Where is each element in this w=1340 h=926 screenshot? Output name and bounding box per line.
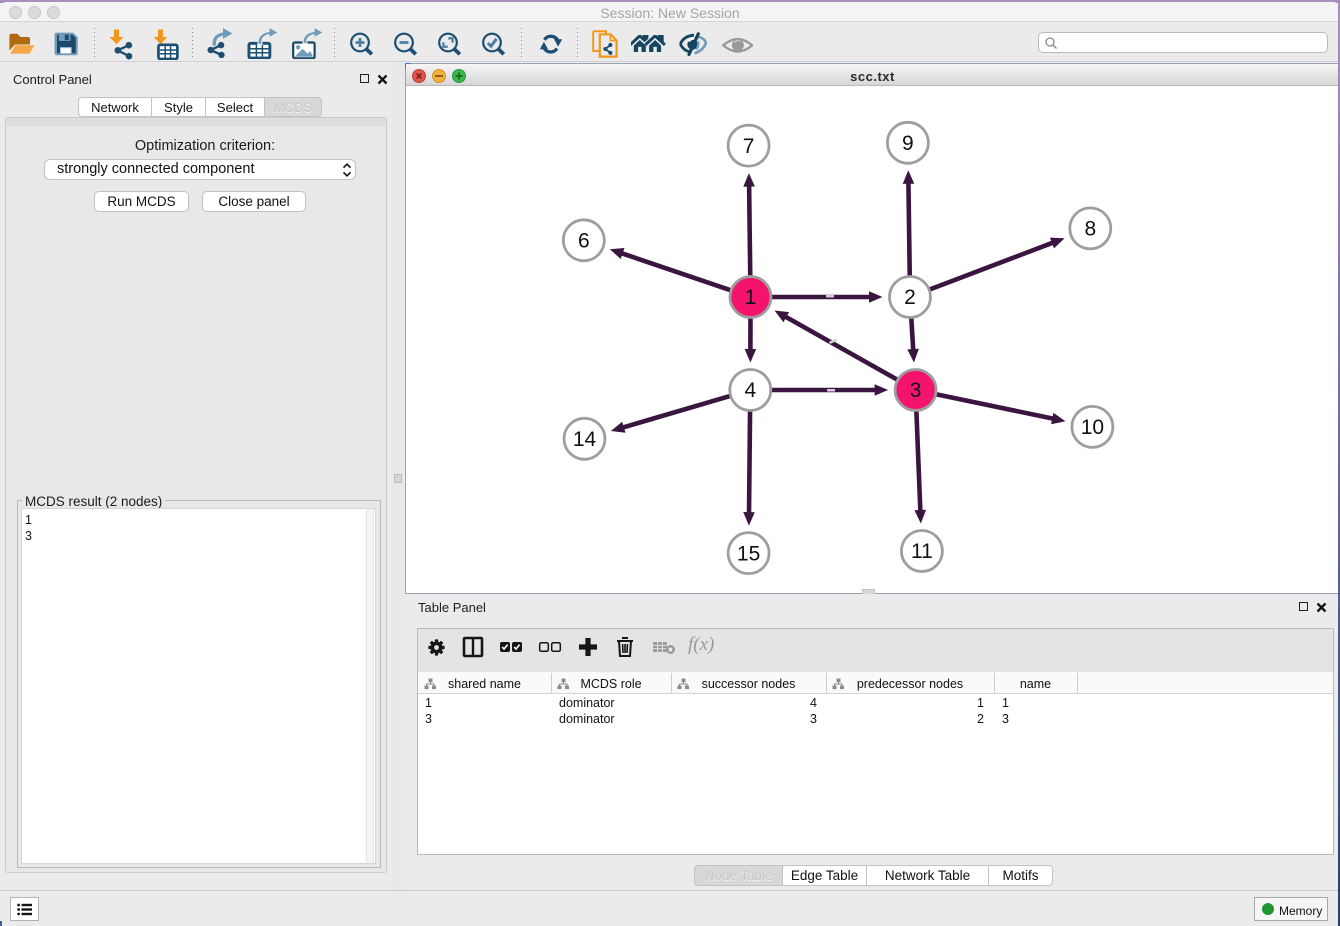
svg-text:8: 8 — [1084, 218, 1096, 241]
svg-text:7: 7 — [743, 135, 755, 158]
svg-text:11: 11 — [911, 540, 933, 563]
svg-text:1: 1 — [745, 286, 757, 309]
svg-text:6: 6 — [578, 230, 590, 253]
svg-text:15: 15 — [737, 542, 760, 565]
svg-text:9: 9 — [902, 132, 914, 155]
svg-text:4: 4 — [744, 379, 756, 402]
svg-text:3: 3 — [910, 379, 922, 402]
svg-text:14: 14 — [573, 428, 597, 451]
svg-text:2: 2 — [904, 286, 916, 309]
svg-text:10: 10 — [1081, 416, 1104, 439]
